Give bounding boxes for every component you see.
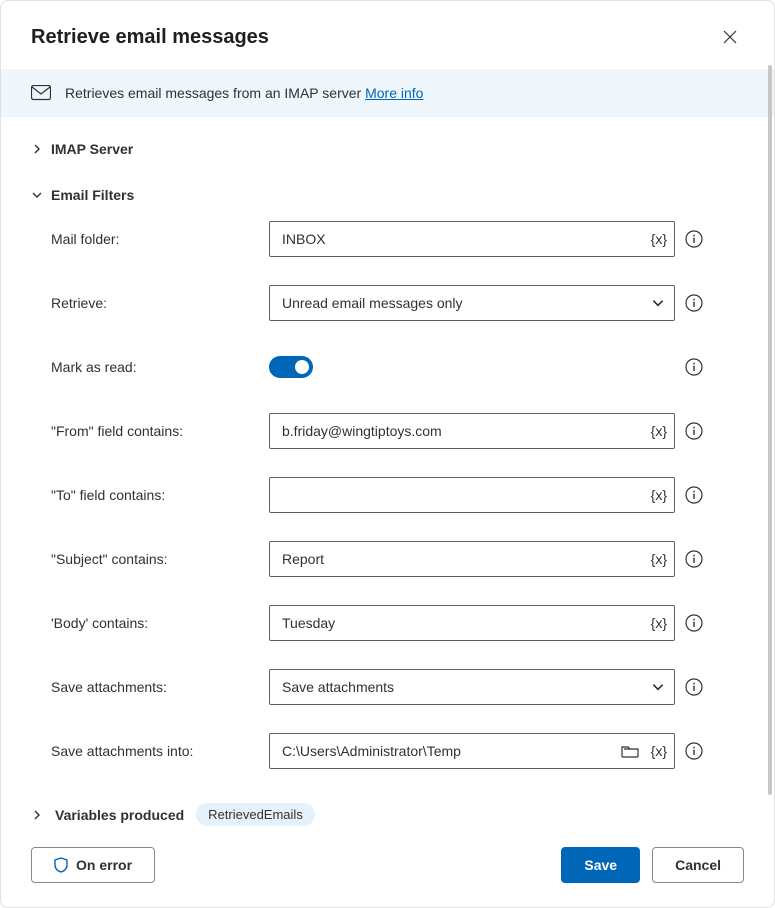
field-label: "To" field contains: bbox=[51, 487, 269, 503]
field-label: Save attachments: bbox=[51, 679, 269, 695]
variable-picker-icon[interactable]: {x} bbox=[651, 423, 667, 439]
more-info-link[interactable]: More info bbox=[365, 85, 423, 101]
field-to-contains: "To" field contains: {x} bbox=[51, 477, 744, 513]
info-icon[interactable] bbox=[685, 230, 703, 248]
field-label: "From" field contains: bbox=[51, 423, 269, 439]
info-icon[interactable] bbox=[685, 614, 703, 632]
variable-picker-icon[interactable]: {x} bbox=[651, 487, 667, 503]
shield-icon bbox=[54, 857, 68, 873]
footer-actions: Save Cancel bbox=[561, 847, 744, 883]
field-label: Save attachments into: bbox=[51, 743, 269, 759]
field-subject-contains: "Subject" contains: {x} bbox=[51, 541, 744, 577]
scrollbar-thumb[interactable] bbox=[768, 65, 772, 795]
section-email-filters[interactable]: Email Filters bbox=[31, 177, 744, 213]
banner-text: Retrieves email messages from an IMAP se… bbox=[65, 85, 423, 101]
mail-folder-input[interactable] bbox=[269, 221, 675, 257]
info-banner: Retrieves email messages from an IMAP se… bbox=[1, 69, 774, 117]
save-button[interactable]: Save bbox=[561, 847, 640, 883]
variable-chip[interactable]: RetrievedEmails bbox=[196, 803, 315, 826]
dialog-content: IMAP Server Email Filters Mail folder: {… bbox=[1, 117, 774, 827]
field-mark-as-read: Mark as read: bbox=[51, 349, 744, 385]
section-label: Variables produced bbox=[55, 807, 184, 823]
close-button[interactable] bbox=[716, 23, 744, 51]
field-body-contains: 'Body' contains: {x} bbox=[51, 605, 744, 641]
field-mail-folder: Mail folder: {x} bbox=[51, 221, 744, 257]
field-retrieve: Retrieve: Unread email messages only bbox=[51, 285, 744, 321]
info-icon[interactable] bbox=[685, 422, 703, 440]
folder-browse-icon[interactable] bbox=[621, 744, 639, 758]
mark-as-read-toggle[interactable] bbox=[269, 356, 313, 378]
mail-icon bbox=[31, 85, 51, 101]
retrieve-select[interactable]: Unread email messages only bbox=[269, 285, 675, 321]
info-icon[interactable] bbox=[685, 294, 703, 312]
field-label: Retrieve: bbox=[51, 295, 269, 311]
save-attachments-into-input[interactable] bbox=[269, 733, 675, 769]
info-icon[interactable] bbox=[685, 678, 703, 696]
email-filters-fields: Mail folder: {x} Retrieve: Unread email … bbox=[31, 213, 744, 769]
variable-picker-icon[interactable]: {x} bbox=[651, 231, 667, 247]
close-icon bbox=[722, 29, 738, 45]
section-imap-server[interactable]: IMAP Server bbox=[31, 131, 744, 167]
info-icon[interactable] bbox=[685, 550, 703, 568]
info-icon[interactable] bbox=[685, 742, 703, 760]
field-from-contains: "From" field contains: {x} bbox=[51, 413, 744, 449]
to-contains-input[interactable] bbox=[269, 477, 675, 513]
variable-picker-icon[interactable]: {x} bbox=[651, 551, 667, 567]
on-error-button[interactable]: On error bbox=[31, 847, 155, 883]
info-icon[interactable] bbox=[685, 486, 703, 504]
chevron-down-icon bbox=[31, 189, 43, 201]
dialog-footer: On error Save Cancel bbox=[1, 827, 774, 907]
section-variables-produced[interactable]: Variables produced RetrievedEmails bbox=[31, 797, 744, 827]
section-label: IMAP Server bbox=[51, 141, 133, 157]
field-save-attachments-into: Save attachments into: {x} bbox=[51, 733, 744, 769]
chevron-right-icon bbox=[31, 809, 43, 821]
field-label: Mail folder: bbox=[51, 231, 269, 247]
subject-contains-input[interactable] bbox=[269, 541, 675, 577]
save-attachments-select[interactable]: Save attachments bbox=[269, 669, 675, 705]
section-label: Email Filters bbox=[51, 187, 134, 203]
toggle-thumb bbox=[295, 360, 309, 374]
chevron-right-icon bbox=[31, 143, 43, 155]
variable-picker-icon[interactable]: {x} bbox=[651, 743, 667, 759]
dialog-header: Retrieve email messages bbox=[1, 1, 774, 69]
info-icon[interactable] bbox=[685, 358, 703, 376]
cancel-button[interactable]: Cancel bbox=[652, 847, 744, 883]
variable-picker-icon[interactable]: {x} bbox=[651, 615, 667, 631]
field-label: Mark as read: bbox=[51, 359, 269, 375]
field-label: 'Body' contains: bbox=[51, 615, 269, 631]
from-contains-input[interactable] bbox=[269, 413, 675, 449]
field-save-attachments: Save attachments: Save attachments bbox=[51, 669, 744, 705]
dialog: Retrieve email messages Retrieves email … bbox=[0, 0, 775, 908]
body-contains-input[interactable] bbox=[269, 605, 675, 641]
field-label: "Subject" contains: bbox=[51, 551, 269, 567]
dialog-title: Retrieve email messages bbox=[31, 26, 269, 49]
